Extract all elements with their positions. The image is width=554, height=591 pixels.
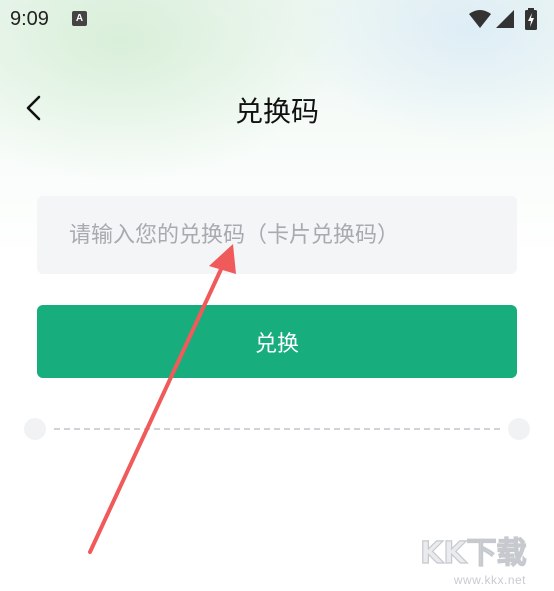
redeem-code-input[interactable] [37,196,517,274]
battery-charging-icon [525,8,537,30]
signal-icon [496,10,514,28]
divider-right-dot [508,418,530,440]
page-title: 兑换码 [234,95,319,128]
divider-left-dot [24,418,46,440]
redeem-button[interactable]: 兑换 [37,305,517,378]
notification-a-icon: A [72,11,87,26]
divider-dashed-line [54,428,500,430]
watermark-logo-text: KK下载 [420,536,527,571]
redeem-code-field [37,196,517,274]
wifi-icon [469,10,491,28]
page-header: 兑换码 [0,80,554,136]
watermark-logo: KK下载 [419,535,527,571]
status-indicators [468,8,544,30]
status-bar: 9:09 A [0,0,554,40]
dashed-divider [24,418,530,440]
watermark: KK下载 www.kkx.net [418,531,548,589]
status-time: 9:09 [10,8,49,30]
watermark-url: www.kkx.net [453,573,526,587]
